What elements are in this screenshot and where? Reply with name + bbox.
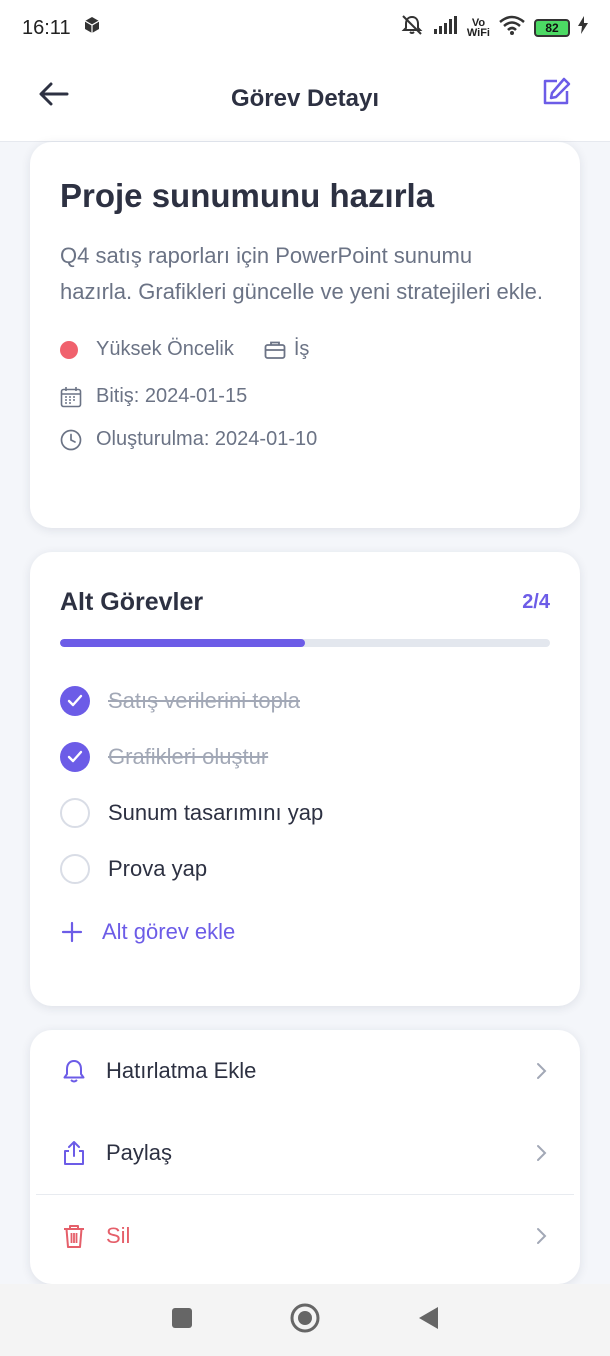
mute-icon <box>399 14 425 42</box>
add-reminder-row[interactable]: Hatırlatma Ekle <box>30 1030 580 1112</box>
check-icon <box>67 694 83 707</box>
task-title: Proje sunumunu hazırla <box>60 177 435 214</box>
add-reminder-label: Hatırlatma Ekle <box>106 1058 257 1083</box>
subtask-checkbox[interactable] <box>60 854 90 884</box>
bell-icon <box>60 1057 88 1085</box>
subtask-item[interactable]: Sunum tasarımını yap <box>60 785 550 841</box>
add-subtask-button[interactable]: Alt görev ekle <box>60 919 550 945</box>
category-tag: İş <box>264 338 310 361</box>
clock-icon <box>60 429 82 451</box>
created-date-label: Oluşturulma: 2024-01-10 <box>96 428 318 450</box>
actions-card: Hatırlatma Ekle Paylaş Sil <box>30 1030 580 1284</box>
status-right: Vo WiFi 82 <box>399 14 588 42</box>
chevron-right-icon <box>532 1062 550 1080</box>
back-nav-button[interactable] <box>408 1300 448 1340</box>
edit-icon <box>541 77 571 112</box>
page-title: Görev Detayı <box>230 84 380 112</box>
subtask-label: Grafikleri oluştur <box>108 744 269 769</box>
created-date-row: Oluşturulma: 2024-01-10 <box>60 428 550 451</box>
task-tags-row: Yüksek Öncelik İş <box>60 338 550 361</box>
task-card: Proje sunumunu hazırla Q4 satış raporlar… <box>30 142 580 528</box>
home-button[interactable] <box>285 1300 325 1340</box>
circle-icon <box>289 1302 321 1339</box>
subtask-item[interactable]: Prova yap <box>60 841 550 897</box>
subtask-item[interactable]: Satış verilerini topla <box>60 673 550 729</box>
chevron-right-icon <box>532 1227 550 1245</box>
chevron-right-icon <box>532 1144 550 1162</box>
app-header: Görev Detayı <box>0 56 610 142</box>
subtask-checkbox[interactable] <box>60 686 90 716</box>
subtask-checkbox[interactable] <box>60 798 90 828</box>
triangle-back-icon <box>416 1305 440 1336</box>
status-left: 16:11 <box>22 16 101 40</box>
recents-button[interactable] <box>162 1300 202 1340</box>
category-label: İş <box>293 338 310 360</box>
check-icon <box>67 750 83 763</box>
plus-icon <box>60 920 84 944</box>
share-row[interactable]: Paylaş <box>30 1112 580 1194</box>
calendar-icon <box>60 386 82 408</box>
subtasks-header: Alt Görevler 2/4 <box>60 588 550 617</box>
subtasks-title: Alt Görevler <box>60 588 204 616</box>
status-bar: 16:11 Vo WiFi 82 <box>0 0 610 56</box>
delete-label: Sil <box>106 1223 131 1248</box>
subtasks-card: Alt Görevler 2/4 Satış verilerini topla … <box>30 552 580 1006</box>
subtasks-count: 2/4 <box>522 591 550 613</box>
due-date-label: Bitiş: 2024-01-15 <box>96 385 248 407</box>
trash-icon <box>60 1222 88 1250</box>
subtask-label: Sunum tasarımını yap <box>108 800 324 825</box>
briefcase-icon <box>264 339 286 361</box>
subtask-item[interactable]: Grafikleri oluştur <box>60 729 550 785</box>
delete-row[interactable]: Sil <box>30 1195 580 1277</box>
subtask-list: Satış verilerini topla Grafikleri oluştu… <box>60 673 550 897</box>
arrow-left-icon <box>39 82 69 111</box>
due-date-row: Bitiş: 2024-01-15 <box>60 385 550 408</box>
volte-bottom: WiFi <box>466 27 490 39</box>
subtasks-progress-bar <box>60 639 550 647</box>
status-time: 16:11 <box>22 16 71 39</box>
task-description: Q4 satış raporları için PowerPoint sunum… <box>60 243 543 304</box>
notification-app-icon <box>83 16 101 40</box>
priority-dot <box>60 340 78 359</box>
share-icon <box>60 1139 88 1167</box>
priority-label: Yüksek Öncelik <box>96 338 234 360</box>
edit-button[interactable] <box>536 74 576 114</box>
signal-icon <box>433 15 459 41</box>
subtask-label: Prova yap <box>108 856 208 881</box>
battery-indicator: 82 <box>534 19 570 37</box>
subtask-checkbox[interactable] <box>60 742 90 772</box>
add-subtask-label: Alt görev ekle <box>102 919 236 944</box>
system-nav-bar <box>0 1284 610 1356</box>
back-button[interactable] <box>34 76 74 116</box>
subtasks-progress-fill <box>60 639 305 647</box>
share-label: Paylaş <box>106 1140 173 1165</box>
square-icon <box>170 1306 194 1335</box>
volte-wifi-indicator: Vo WiFi <box>466 18 490 39</box>
wifi-icon <box>498 14 526 42</box>
charging-icon <box>578 16 588 40</box>
subtask-label: Satış verilerini topla <box>108 688 300 713</box>
